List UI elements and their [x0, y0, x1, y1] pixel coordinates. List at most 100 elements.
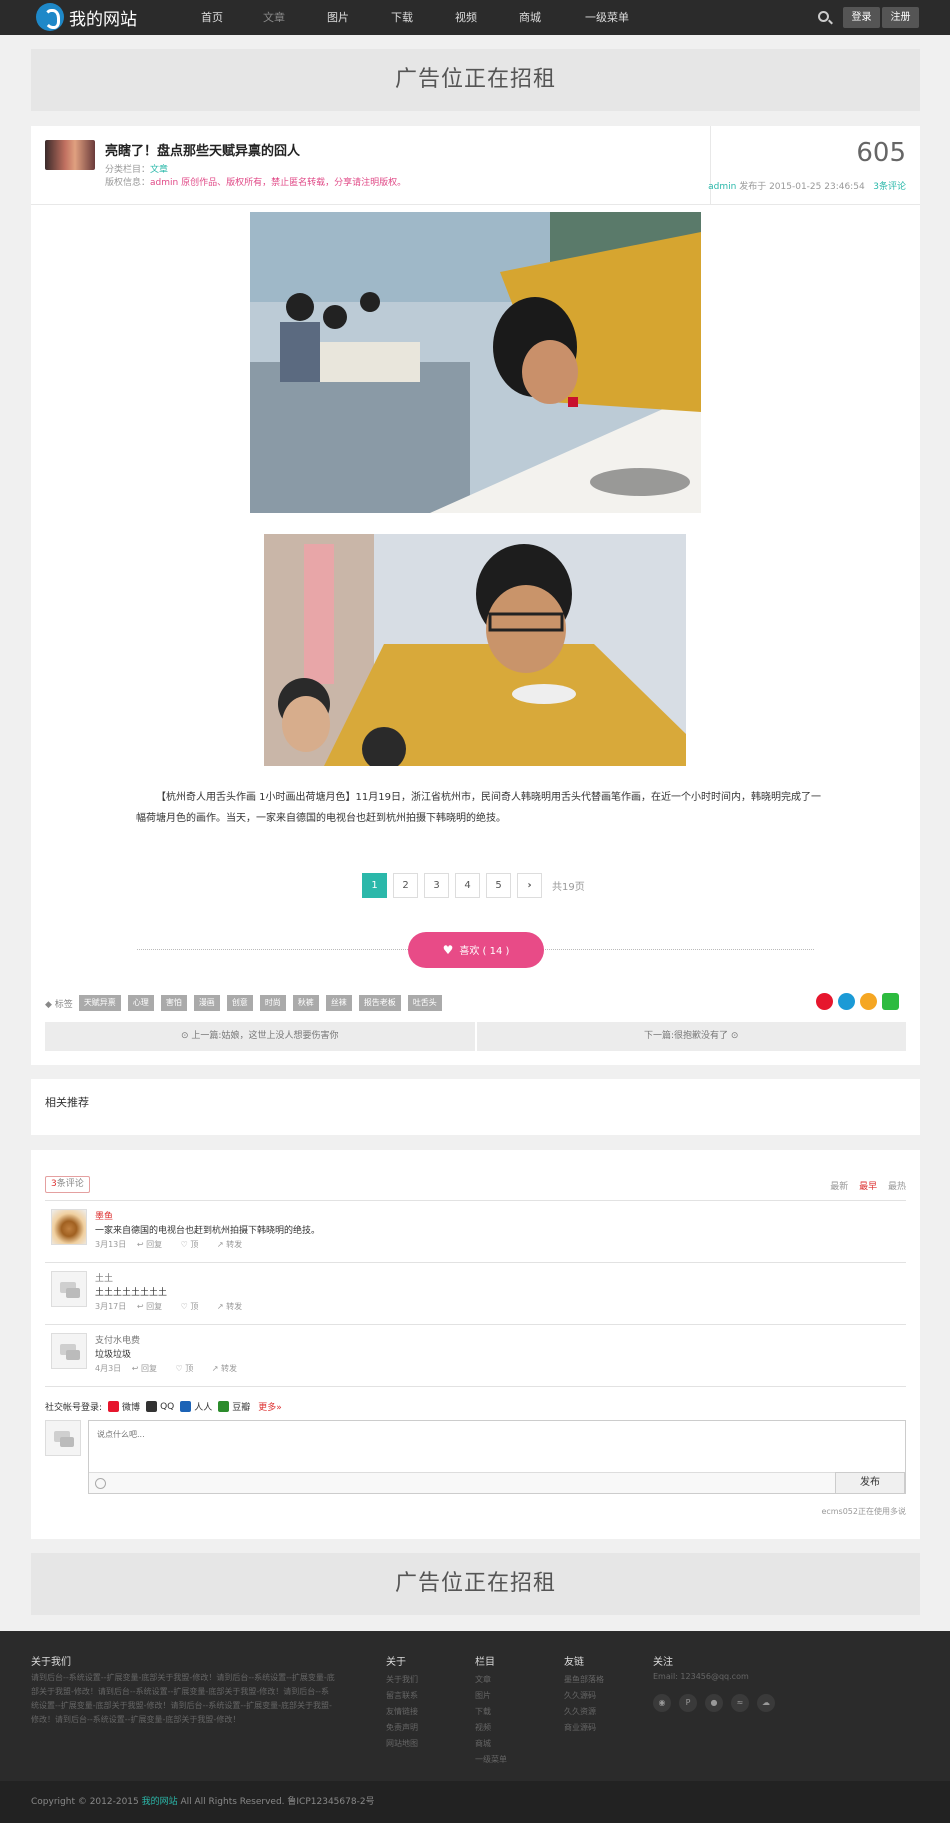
sort-newest[interactable]: 最新 — [830, 1182, 848, 1192]
comment-author[interactable]: 墨鱼 — [95, 1209, 113, 1222]
footer-link[interactable]: 图片 — [475, 1688, 507, 1704]
nav-shop[interactable]: 商城 — [498, 0, 562, 35]
footer-link[interactable]: 视频 — [475, 1720, 507, 1736]
upvote-button[interactable]: ♡ 顶 — [176, 1364, 202, 1373]
wechat-share-icon[interactable] — [882, 993, 899, 1010]
sort-oldest[interactable]: 最早 — [859, 1182, 877, 1192]
tag-item[interactable]: 吐舌头 — [407, 995, 442, 1011]
footer-link[interactable]: 久久资源 — [564, 1704, 604, 1720]
sort-hottest[interactable]: 最热 — [888, 1182, 906, 1192]
weibo-icon[interactable]: ◉ — [653, 1694, 671, 1712]
tag-item[interactable]: 丝袜 — [325, 995, 352, 1011]
nav-downloads[interactable]: 下载 — [370, 0, 434, 35]
qq-icon[interactable]: ● — [705, 1694, 723, 1712]
favorite-star-icon[interactable] — [860, 993, 877, 1010]
comment-author[interactable]: 支付水电费 — [95, 1333, 140, 1346]
footer-link[interactable]: 商城 — [475, 1736, 507, 1752]
footer-col-sections: 文章 图片 下载 视频 商城 一级菜单 — [475, 1672, 507, 1768]
reply-button[interactable]: ↩ 回复 — [137, 1302, 170, 1311]
submit-comment-button[interactable]: 发布 — [835, 1472, 905, 1494]
nav-home[interactable]: 首页 — [182, 0, 242, 35]
tag-item[interactable]: 心理 — [127, 995, 154, 1011]
tag-item[interactable]: 天赋异禀 — [78, 995, 121, 1011]
nav-videos[interactable]: 视频 — [434, 0, 498, 35]
page-5[interactable]: 5 — [486, 873, 511, 898]
tag-label: ◆ 标签 — [45, 999, 73, 1010]
footer-link[interactable]: 下载 — [475, 1704, 507, 1720]
next-article-link[interactable]: 下一篇:很抱歉没有了 ⊙ — [476, 1022, 906, 1051]
article-photo-2 — [264, 534, 686, 766]
comment-toolbar: 发布 — [89, 1472, 905, 1494]
heart-icon: ♥ — [442, 943, 454, 957]
top-ad-banner[interactable]: 广告位正在招租 — [31, 49, 920, 111]
comment-meta: 3月13日 ↩ 回复 ♡ 顶 ↗ 转发 — [95, 1239, 258, 1250]
social-weibo[interactable]: 微博 — [122, 1400, 140, 1413]
upvote-button[interactable]: ♡ 顶 — [181, 1302, 207, 1311]
avatar[interactable] — [51, 1333, 87, 1369]
footer-link[interactable]: 商业源码 — [564, 1720, 604, 1736]
social-more-link[interactable]: 更多» — [258, 1400, 282, 1413]
share-button[interactable]: ↗ 转发 — [217, 1240, 250, 1249]
category-link[interactable]: 文章 — [150, 165, 168, 175]
qq-icon — [146, 1401, 158, 1412]
footer-link[interactable]: 免责声明 — [386, 1720, 418, 1736]
page-1[interactable]: 1 — [362, 873, 387, 898]
emoji-icon[interactable] — [95, 1478, 106, 1489]
footer-link[interactable]: 关于我们 — [386, 1672, 418, 1688]
nav-images[interactable]: 图片 — [306, 0, 370, 35]
tag-item[interactable]: 秋裤 — [292, 995, 319, 1011]
comments-link[interactable]: 3条评论 — [873, 182, 906, 192]
footer-col-friends: 墨鱼部落格 久久源码 久久资源 商业源码 — [564, 1672, 604, 1736]
article-category: 分类栏目：文章 — [105, 165, 169, 175]
social-douban[interactable]: 豆瓣 — [232, 1400, 250, 1413]
share-button[interactable]: ↗ 转发 — [217, 1302, 250, 1311]
nav-articles[interactable]: 文章 — [242, 0, 306, 35]
prev-article-link[interactable]: ⊙ 上一篇:姑娘，这世上没人想要伤害你 — [45, 1022, 475, 1051]
footer-link[interactable]: 一级菜单 — [475, 1752, 507, 1768]
like-button[interactable]: ♥ 喜欢 ( 14 ) — [408, 932, 544, 968]
tag-item[interactable]: 漫画 — [193, 995, 220, 1011]
social-qq[interactable]: QQ — [160, 1402, 174, 1412]
reply-button[interactable]: ↩ 回复 — [132, 1364, 165, 1373]
copyright-site-link[interactable]: 我的网站 — [142, 1797, 178, 1807]
footer-link[interactable]: 留言联系 — [386, 1688, 418, 1704]
page-4[interactable]: 4 — [455, 873, 480, 898]
footer-link[interactable]: 墨鱼部落格 — [564, 1672, 604, 1688]
page-2[interactable]: 2 — [393, 873, 418, 898]
next-page-icon[interactable]: › — [517, 873, 542, 898]
weibo-share-icon[interactable] — [816, 993, 833, 1010]
search-icon[interactable] — [818, 11, 829, 22]
related-section: 相关推荐 — [31, 1079, 920, 1135]
tag-item[interactable]: 报告老板 — [358, 995, 401, 1011]
article-copyright: 版权信息：admin 原创作品、版权所有，禁止匿名转载，分享请注明版权。 — [105, 178, 407, 188]
site-logo[interactable]: 我的网站 — [36, 3, 137, 31]
comment-sort: 最新 最早 最热 — [822, 1179, 906, 1192]
wechat-icon[interactable]: ☁ — [757, 1694, 775, 1712]
social-renren[interactable]: 人人 — [194, 1400, 212, 1413]
avatar[interactable] — [51, 1209, 87, 1245]
footer-link[interactable]: 文章 — [475, 1672, 507, 1688]
page-3[interactable]: 3 — [424, 873, 449, 898]
share-button[interactable]: ↗ 转发 — [212, 1364, 245, 1373]
register-button[interactable]: 注册 — [882, 7, 919, 28]
author-link[interactable]: admin — [708, 182, 736, 192]
upvote-button[interactable]: ♡ 顶 — [181, 1240, 207, 1249]
login-button[interactable]: 登录 — [843, 7, 880, 28]
nav-menu[interactable]: 一级菜单 — [562, 0, 652, 35]
comment-meta: 3月17日 ↩ 回复 ♡ 顶 ↗ 转发 — [95, 1301, 258, 1312]
bottom-ad-banner[interactable]: 广告位正在招租 — [31, 1553, 920, 1615]
footer: 关于我们 请到后台--系统设置--扩展变量-底部关于我盟-修改！请到后台--系统… — [0, 1631, 950, 1781]
comment-author[interactable]: 土土 — [95, 1271, 113, 1284]
tag-item[interactable]: 时尚 — [259, 995, 286, 1011]
rss-icon[interactable]: ≈ — [731, 1694, 749, 1712]
pinterest-icon[interactable]: P — [679, 1694, 697, 1712]
footer-link[interactable]: 友情链接 — [386, 1704, 418, 1720]
reply-button[interactable]: ↩ 回复 — [137, 1240, 170, 1249]
qzone-share-icon[interactable] — [838, 993, 855, 1010]
comment-input[interactable] — [89, 1421, 905, 1472]
tag-item[interactable]: 创意 — [226, 995, 253, 1011]
footer-link[interactable]: 久久源码 — [564, 1688, 604, 1704]
footer-link[interactable]: 网站地图 — [386, 1736, 418, 1752]
tag-item[interactable]: 害怕 — [160, 995, 187, 1011]
avatar[interactable] — [51, 1271, 87, 1307]
